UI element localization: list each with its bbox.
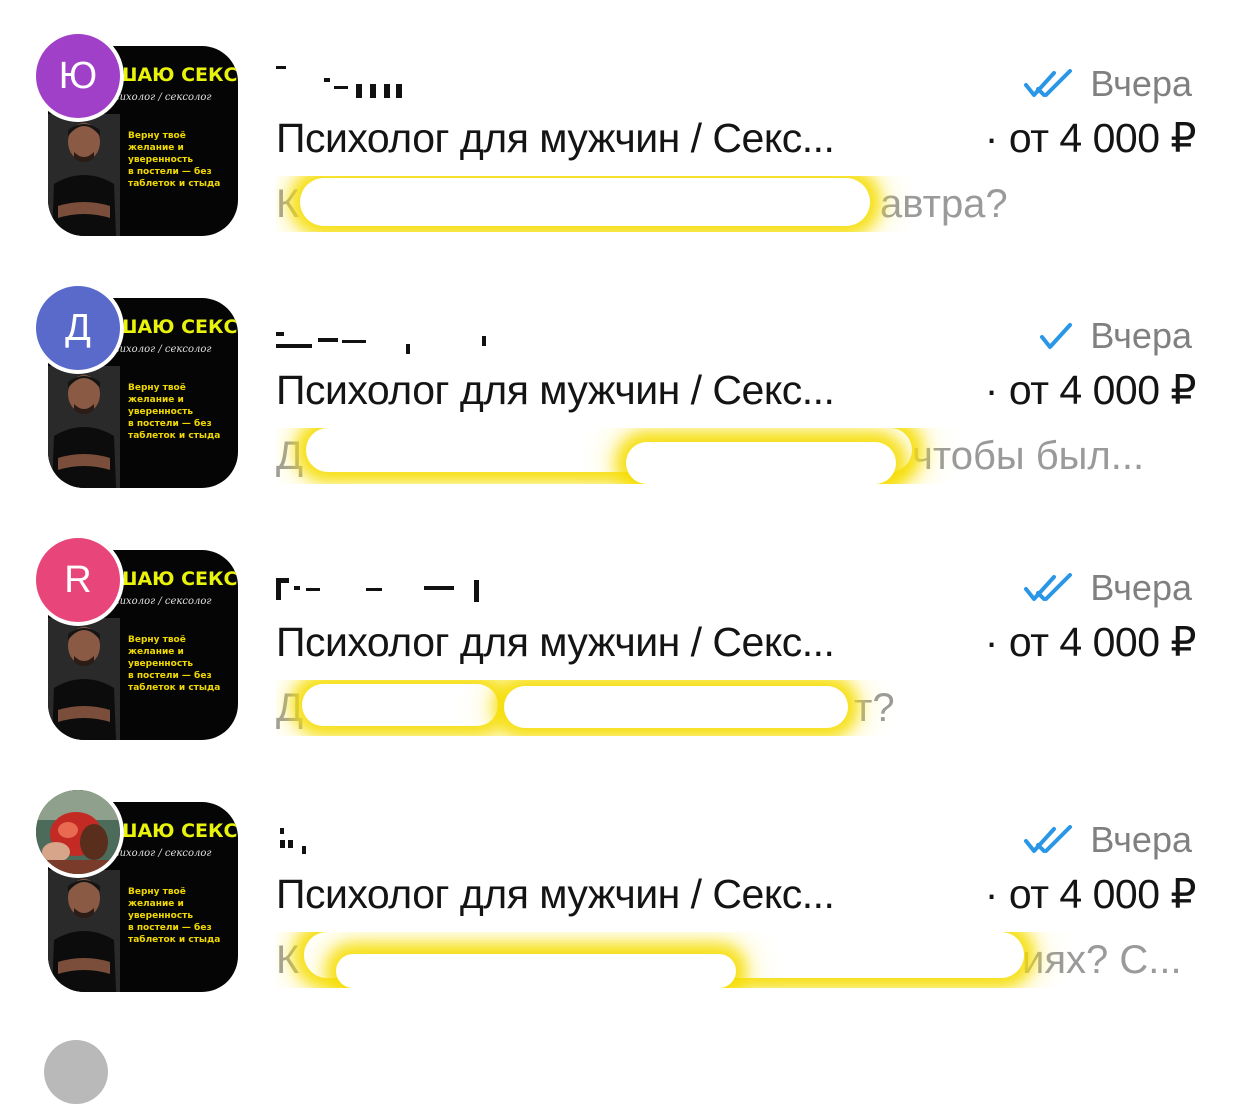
redacted-username — [276, 66, 402, 98]
redacted-username — [280, 828, 306, 854]
avatar-letter: Д — [65, 306, 91, 349]
preview-end: чтобы был... — [912, 434, 1145, 478]
listing-row: Психолог для мужчин / Секс... · от 4 000… — [276, 616, 1197, 668]
chat-list: ШАЮ СЕКС сихолог / сексолог Верну твоё ж… — [0, 0, 1242, 1104]
message-preview: Д т? — [276, 680, 1192, 736]
preview-end: автра? — [880, 182, 1008, 226]
double-check-icon — [1024, 825, 1076, 855]
message-time: Вчера — [1090, 63, 1192, 104]
listing-price: · от 4 000 ₽ — [984, 115, 1197, 161]
thumbnail-subtitle: сихолог / сексолог — [114, 344, 212, 355]
avatar-photo — [36, 790, 120, 874]
avatar-letter: Ю — [58, 54, 98, 97]
preview-end: иях? С... — [1022, 938, 1182, 982]
person-photo — [48, 870, 120, 992]
listing-row: Психолог для мужчин / Секс... · от 4 000… — [276, 364, 1197, 416]
message-preview: К иях? С... — [276, 932, 1192, 988]
redaction-scribble — [300, 178, 870, 226]
listing-title: Психолог для мужчин / Секс... — [276, 114, 835, 161]
avatar-letter: R — [64, 558, 92, 601]
user-avatar: Д — [32, 282, 124, 374]
listing-price: · от 4 000 ₽ — [984, 619, 1197, 665]
chat-item[interactable]: ШАЮ СЕКС сихолог / сексолог Верну твоё ж… — [0, 0, 1242, 252]
message-time: Вчера — [1090, 567, 1192, 608]
user-avatar: Ю — [32, 30, 124, 122]
time-status: Вчера — [1024, 818, 1192, 862]
redaction-scribble — [302, 684, 498, 726]
chat-item[interactable]: ШАЮ СЕКС сихолог / сексолог Верну твоё ж… — [0, 252, 1242, 504]
thumbnail-title: ШАЮ СЕКС — [114, 64, 238, 86]
thumbnail-subtitle: сихолог / сексолог — [114, 596, 212, 607]
person-photo — [48, 366, 120, 488]
redaction-scribble — [504, 686, 848, 728]
listing-row: Психолог для мужчин / Секс... · от 4 000… — [276, 868, 1197, 920]
redaction-scribble — [626, 442, 896, 484]
time-status: Вчера — [1024, 62, 1192, 106]
person-photo — [48, 618, 120, 740]
user-avatar: R — [32, 534, 124, 626]
listing-price: · от 4 000 ₽ — [984, 367, 1197, 413]
preview-end: т? — [854, 686, 895, 730]
person-photo — [48, 114, 120, 236]
double-check-icon — [1024, 573, 1076, 603]
message-time: Вчера — [1090, 819, 1192, 860]
double-check-icon — [1024, 69, 1076, 99]
check-icon — [1024, 321, 1076, 351]
thumbnail-text: Верну твоё желание и уверенность в посте… — [128, 383, 221, 441]
preview-start: К — [276, 938, 300, 982]
thumbnail-title: ШАЮ СЕКС — [114, 316, 238, 338]
thumbnail-title: ШАЮ СЕКС — [114, 568, 238, 590]
thumbnail-subtitle: сихолог / сексолог — [114, 848, 212, 859]
listing-title: Психолог для мужчин / Секс... — [276, 870, 835, 917]
chat-item[interactable]: ШАЮ СЕКС сихолог / сексолог Верну твоё ж… — [0, 756, 1242, 1008]
user-avatar-photo — [32, 786, 124, 878]
next-chat-avatar — [44, 1040, 108, 1104]
chat-item[interactable]: ШАЮ СЕКС сихолог / сексолог Верну твоё ж… — [0, 504, 1242, 756]
listing-row: Психолог для мужчин / Секс... · от 4 000… — [276, 112, 1197, 164]
time-status: Вчера — [1024, 314, 1192, 358]
thumbnail-text: Верну твоё желание и уверенность в посте… — [128, 131, 221, 189]
thumbnail-text: Верну твоё желание и уверенность в посте… — [128, 635, 221, 693]
thumbnail-text: Верну твоё желание и уверенность в посте… — [128, 887, 221, 945]
message-time: Вчера — [1090, 315, 1192, 356]
preview-start: Д — [276, 434, 304, 478]
message-preview: Д чтобы был... — [276, 428, 1192, 484]
thumbnail-subtitle: сихолог / сексолог — [114, 92, 212, 103]
redacted-username — [276, 332, 486, 354]
preview-start: К — [276, 182, 300, 226]
time-status: Вчера — [1024, 566, 1192, 610]
redacted-username — [276, 578, 479, 602]
thumbnail-title: ШАЮ СЕКС — [114, 820, 238, 842]
listing-title: Психолог для мужчин / Секс... — [276, 618, 835, 665]
preview-start: Д — [276, 686, 304, 730]
message-preview: К автра? — [276, 176, 1192, 232]
listing-title: Психолог для мужчин / Секс... — [276, 366, 835, 413]
redaction-scribble — [336, 954, 736, 988]
listing-price: · от 4 000 ₽ — [984, 871, 1197, 917]
